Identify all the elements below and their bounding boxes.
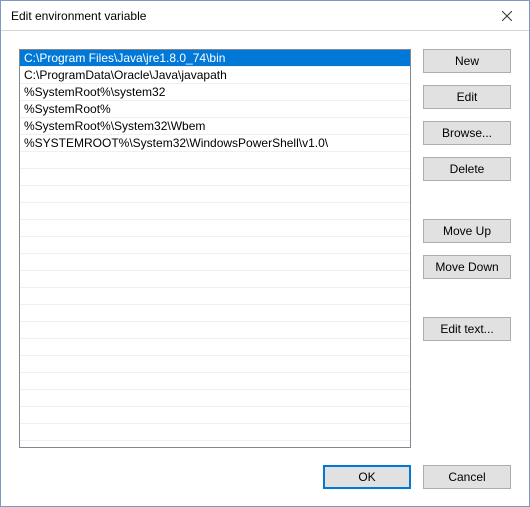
list-item[interactable]: C:\ProgramData\Oracle\Java\javapath bbox=[20, 67, 410, 84]
move-up-button[interactable]: Move Up bbox=[423, 219, 511, 243]
dialog-window: Edit environment variable C:\Program Fil… bbox=[0, 0, 530, 507]
cancel-button[interactable]: Cancel bbox=[423, 465, 511, 489]
list-item[interactable] bbox=[20, 424, 410, 441]
edit-text-button[interactable]: Edit text... bbox=[423, 317, 511, 341]
content-area: C:\Program Files\Java\jre1.8.0_74\binC:\… bbox=[1, 31, 529, 448]
list-item[interactable]: %SystemRoot% bbox=[20, 101, 410, 118]
new-button[interactable]: New bbox=[423, 49, 511, 73]
list-item[interactable] bbox=[20, 288, 410, 305]
list-item[interactable] bbox=[20, 254, 410, 271]
list-item[interactable] bbox=[20, 407, 410, 424]
window-title: Edit environment variable bbox=[11, 9, 146, 23]
close-button[interactable] bbox=[484, 1, 529, 30]
list-item[interactable] bbox=[20, 169, 410, 186]
delete-button[interactable]: Delete bbox=[423, 157, 511, 181]
list-item[interactable]: %SystemRoot%\system32 bbox=[20, 84, 410, 101]
browse-button[interactable]: Browse... bbox=[423, 121, 511, 145]
list-item[interactable] bbox=[20, 322, 410, 339]
list-item[interactable] bbox=[20, 305, 410, 322]
list-item[interactable] bbox=[20, 220, 410, 237]
list-item[interactable] bbox=[20, 152, 410, 169]
list-item[interactable]: %SystemRoot%\System32\Wbem bbox=[20, 118, 410, 135]
list-item[interactable] bbox=[20, 339, 410, 356]
path-listbox[interactable]: C:\Program Files\Java\jre1.8.0_74\binC:\… bbox=[19, 49, 411, 448]
ok-button[interactable]: OK bbox=[323, 465, 411, 489]
edit-button[interactable]: Edit bbox=[423, 85, 511, 109]
list-item[interactable] bbox=[20, 237, 410, 254]
list-item[interactable] bbox=[20, 271, 410, 288]
titlebar: Edit environment variable bbox=[1, 1, 529, 31]
list-item[interactable] bbox=[20, 356, 410, 373]
move-down-button[interactable]: Move Down bbox=[423, 255, 511, 279]
list-item[interactable] bbox=[20, 186, 410, 203]
side-buttons: New Edit Browse... Delete Move Up Move D… bbox=[423, 49, 511, 448]
footer-buttons: OK Cancel bbox=[1, 448, 529, 506]
list-item[interactable] bbox=[20, 203, 410, 220]
close-icon bbox=[502, 11, 512, 21]
list-item[interactable] bbox=[20, 373, 410, 390]
list-item[interactable]: C:\Program Files\Java\jre1.8.0_74\bin bbox=[20, 50, 410, 67]
list-item[interactable] bbox=[20, 390, 410, 407]
list-item[interactable]: %SYSTEMROOT%\System32\WindowsPowerShell\… bbox=[20, 135, 410, 152]
